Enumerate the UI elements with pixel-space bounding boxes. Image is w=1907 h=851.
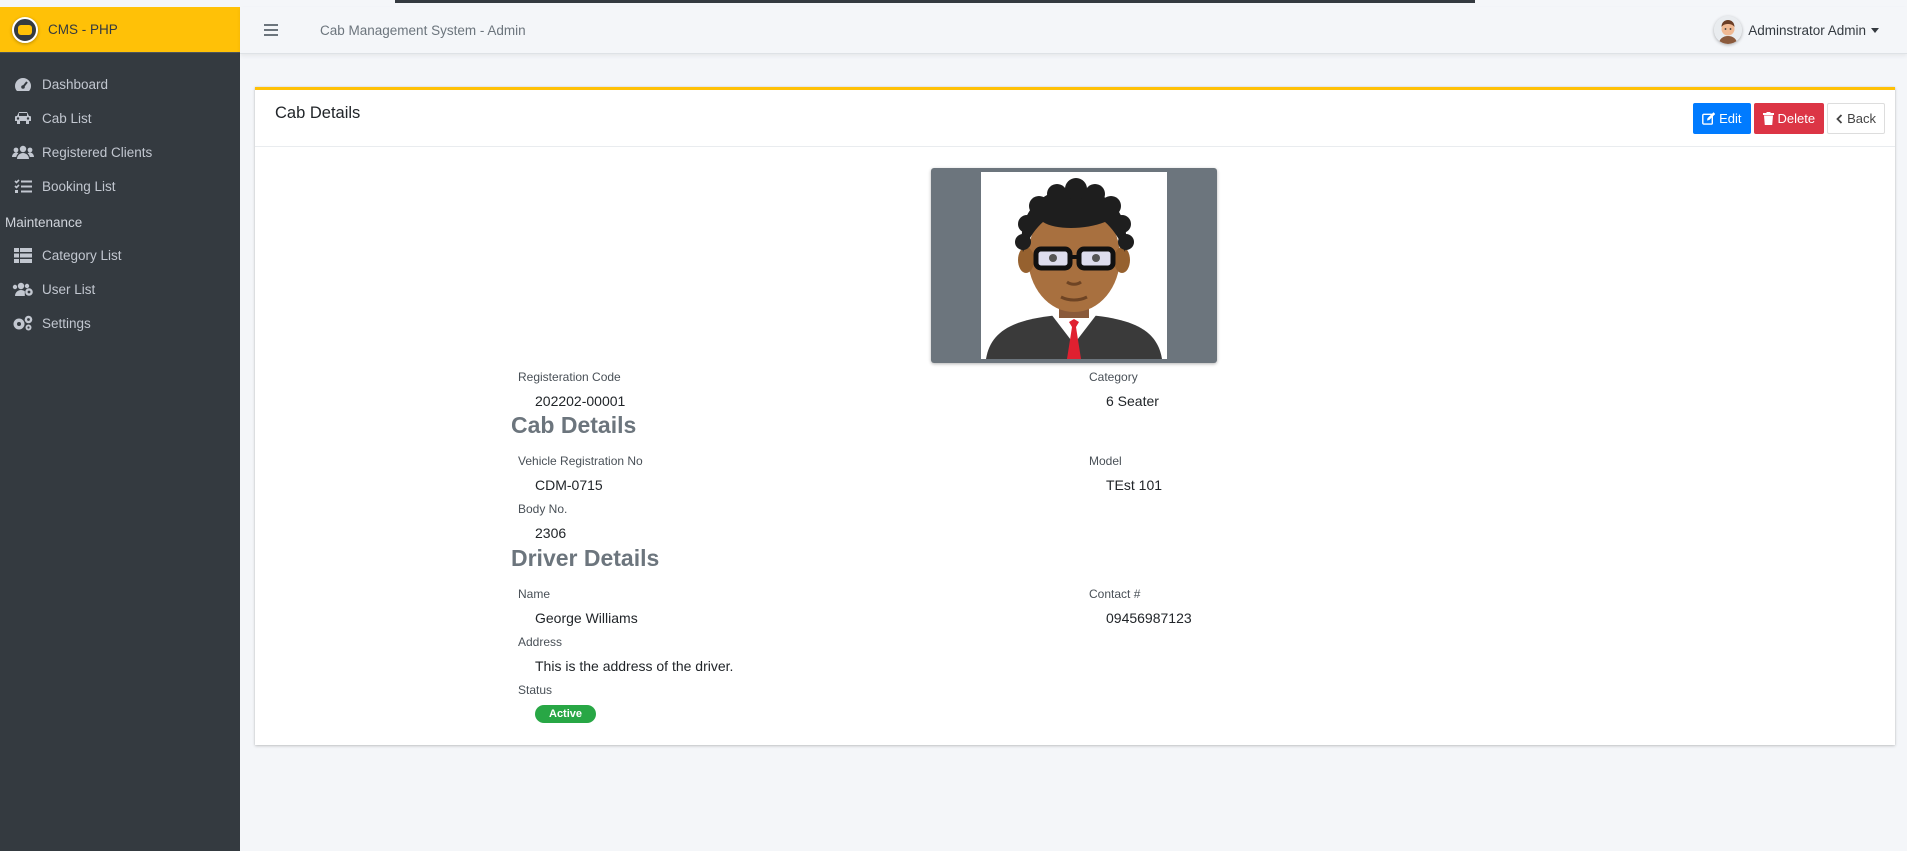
back-button[interactable]: Back — [1827, 103, 1885, 134]
driver-photo-frame — [931, 168, 1217, 363]
cab-details-section-title: Cab Details — [511, 412, 637, 438]
status-label: Status — [518, 683, 553, 697]
brand-logo-icon — [12, 16, 38, 43]
hamburger-menu-icon[interactable] — [264, 24, 278, 36]
body-no-value: 2306 — [535, 525, 567, 541]
users-icon — [12, 144, 34, 160]
sidebar: CMS - PHP Dashboard Cab List Registered … — [0, 7, 240, 851]
model-value: TEst 101 — [1106, 477, 1163, 493]
sidebar-item-label: Booking List — [42, 178, 116, 194]
sidebar-item-label: User List — [42, 281, 96, 297]
driver-details-section-title: Driver Details — [511, 545, 660, 571]
sidebar-item-label: Registered Clients — [42, 144, 153, 160]
edit-button[interactable]: Edit — [1693, 103, 1751, 134]
car-icon — [12, 110, 34, 126]
registration-code-value: 202202-00001 — [535, 393, 626, 409]
top-strip-bar — [395, 0, 1475, 3]
driver-name-value: George Williams — [535, 610, 638, 626]
vehicle-registration-value: CDM-0715 — [535, 477, 603, 493]
sidebar-item-dashboard[interactable]: Dashboard — [0, 67, 240, 101]
body-no-label: Body No. — [518, 502, 568, 516]
brand-name: CMS - PHP — [48, 22, 118, 37]
tasks-icon — [12, 178, 34, 194]
model-label: Model — [1089, 454, 1122, 468]
driver-photo — [981, 172, 1167, 359]
edit-icon — [1702, 112, 1716, 125]
user-menu-dropdown[interactable]: Adminstrator Admin — [1714, 16, 1879, 44]
trash-icon — [1762, 112, 1774, 125]
user-name: Adminstrator Admin — [1748, 22, 1866, 38]
sidebar-item-label: Settings — [42, 315, 91, 331]
brand-link[interactable]: CMS - PHP — [0, 7, 240, 53]
sidebar-item-label: Dashboard — [42, 76, 109, 92]
delete-button-label: Delete — [1777, 111, 1816, 126]
sidebar-item-label: Category List — [42, 247, 122, 263]
sidebar-item-registered-clients[interactable]: Registered Clients — [0, 135, 240, 169]
sidebar-item-settings[interactable]: Settings — [0, 306, 240, 340]
card-tools: Edit Delete Back — [1693, 103, 1885, 134]
sidebar-item-cab-list[interactable]: Cab List — [0, 101, 240, 135]
cab-details-card: Cab Details Edit Delete Back Registerati… — [255, 87, 1895, 745]
sidebar-header-maintenance: Maintenance — [5, 215, 83, 230]
tachometer-icon — [12, 76, 34, 92]
category-label: Category — [1089, 370, 1138, 384]
sidebar-item-label: Cab List — [42, 110, 92, 126]
driver-name-label: Name — [518, 587, 551, 601]
sidebar-item-category-list[interactable]: Category List — [0, 238, 240, 272]
contact-label: Contact # — [1089, 587, 1141, 601]
category-value: 6 Seater — [1106, 393, 1159, 409]
contact-value: 09456987123 — [1106, 610, 1192, 626]
app-title: Cab Management System - Admin — [320, 22, 526, 38]
chevron-down-icon — [1871, 27, 1879, 33]
back-button-label: Back — [1847, 111, 1876, 126]
sidebar-item-user-list[interactable]: User List — [0, 272, 240, 306]
address-value: This is the address of the driver. — [535, 658, 734, 674]
card-title: Cab Details — [275, 104, 361, 122]
chevron-left-icon — [1836, 113, 1843, 124]
sidebar-item-booking-list[interactable]: Booking List — [0, 169, 240, 203]
registration-code-label: Registeration Code — [518, 370, 621, 384]
th-list-icon — [12, 247, 34, 263]
top-strip — [0, 0, 1907, 7]
card-header: Cab Details Edit Delete Back — [255, 90, 1895, 147]
edit-button-label: Edit — [1719, 111, 1742, 126]
delete-button[interactable]: Delete — [1753, 103, 1825, 134]
vehicle-registration-label: Vehicle Registration No — [518, 454, 643, 468]
status-badge: Active — [535, 705, 597, 723]
address-label: Address — [518, 635, 563, 649]
cogs-icon — [12, 315, 34, 331]
users-cog-icon — [12, 281, 34, 297]
avatar — [1714, 16, 1743, 44]
sidebar-nav: Dashboard Cab List Registered Clients Bo… — [0, 53, 240, 340]
top-navbar: Cab Management System - Admin Adminstrat… — [240, 7, 1907, 54]
